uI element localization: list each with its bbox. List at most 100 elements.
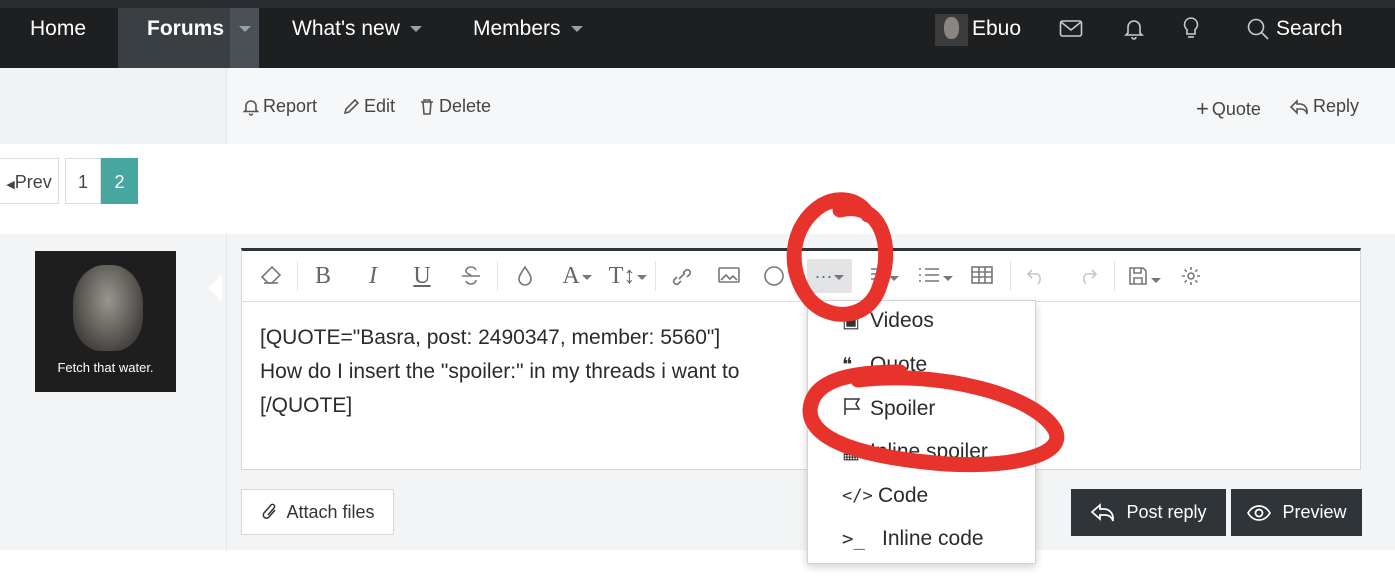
nav-home-label: Home [30,17,87,40]
pagination-page-1[interactable]: 1 [65,158,101,204]
list-button[interactable] [913,259,957,293]
chevron-down-icon [409,26,422,33]
nav-search[interactable]: Search [1276,8,1343,68]
menu-item-inline-spoiler[interactable]: ▦ Inline spoiler [842,440,988,464]
toolbar-separator [655,261,656,291]
reply-icon [1091,502,1115,521]
edit-label: Edit [364,96,396,116]
editor-toolbar: B I U A T↕ ··· [242,251,1360,302]
edit-link[interactable]: Edit [342,96,395,117]
drafts-button[interactable] [1122,259,1166,293]
clear-format-button[interactable] [254,259,288,293]
menu-item-label: Inline code [882,527,984,550]
bold-icon: B [314,263,331,289]
toolbar-separator [297,261,298,291]
undo-button[interactable] [1022,259,1052,293]
reply-link[interactable]: Reply [1289,96,1359,117]
image-icon [718,267,740,283]
report-link[interactable]: Report [243,96,317,117]
preview-label: Preview [1282,502,1347,522]
delete-label: Delete [439,96,492,116]
bold-button[interactable]: B [308,259,338,293]
mail-icon[interactable] [1059,19,1083,44]
nav-members[interactable]: Members [473,8,583,68]
terminal-icon: >_ [842,528,865,550]
nav-forums[interactable]: Forums [118,8,230,68]
table-button[interactable] [967,259,997,293]
page-number: 2 [114,172,125,192]
gear-icon [1182,267,1200,285]
italic-icon: I [369,263,377,289]
insert-more-button[interactable]: ··· [807,259,852,293]
avatar-caption: Fetch that water. [57,360,154,375]
page-number: 1 [77,172,88,192]
strikethrough-button[interactable] [456,259,486,293]
video-icon: ▣ [842,310,860,332]
chevron-down-icon [570,26,583,33]
reply-editor[interactable]: B I U A T↕ ··· [QUOTE="Basra, post: 2490… [241,248,1361,470]
report-label: Report [263,96,318,116]
nav-members-label: Members [473,17,561,40]
eraser-icon [260,265,282,284]
username-label: Ebuo [972,17,1022,40]
menu-item-label: Quote [870,353,928,376]
attach-files-button[interactable]: Attach files [241,489,394,535]
chevron-down-icon [238,26,251,33]
table-icon [971,266,993,284]
nav-whats-new-label: What's new [292,17,400,40]
eye-icon [1247,504,1272,521]
menu-item-spoiler[interactable]: Spoiler [842,396,935,422]
undo-icon [1026,269,1041,285]
underline-button[interactable]: U [407,259,437,293]
lightbulb-icon[interactable] [1182,16,1200,47]
bell-icon [243,99,259,116]
quote-label: Quote [1211,98,1261,119]
post-reply-button[interactable]: Post reply [1071,489,1226,536]
pagination-prev[interactable]: ◀Prev [0,158,59,204]
nav-forums-dropdown[interactable] [230,8,259,68]
align-button[interactable] [862,259,906,293]
menu-item-quote[interactable]: ❝ Quote [842,353,927,377]
nav-top-strip [0,0,1395,8]
search-icon[interactable] [1246,17,1270,46]
editor-line: [/QUOTE] [260,394,353,417]
nav-whats-new[interactable]: What's new [292,8,422,68]
top-navigation: Home Forums What's new Members Ebuo Sear… [0,0,1395,68]
menu-item-videos[interactable]: ▣ Videos [842,309,934,333]
nav-username[interactable]: Ebuo [972,8,1021,68]
quote-link[interactable]: + Quote [1196,96,1261,122]
italic-button[interactable]: I [358,259,388,293]
chevron-down-icon [581,274,592,280]
font-family-button[interactable]: A [557,259,597,293]
redo-button[interactable] [1072,259,1102,293]
ellipsis-icon: ··· [814,266,833,286]
prev-label: Prev [14,172,52,192]
align-icon [871,268,885,280]
image-button[interactable] [714,259,744,293]
quote-icon: ❝ [842,354,853,376]
menu-item-code[interactable]: </> Code [842,484,928,508]
preview-button[interactable]: Preview [1231,489,1362,536]
editor-content[interactable]: [QUOTE="Basra, post: 2490347, member: 55… [260,321,1340,423]
chevron-down-icon [834,274,845,280]
flag-icon [842,396,870,422]
bell-icon[interactable] [1124,17,1144,46]
smiley-icon [764,266,784,286]
link-button[interactable] [666,259,696,293]
redo-icon [1083,269,1098,285]
emoji-button[interactable] [762,259,786,293]
pagination-page-2-current[interactable]: 2 [101,158,138,204]
text-color-button[interactable] [510,259,540,293]
droplet-icon [518,265,532,286]
settings-button[interactable] [1176,259,1206,293]
message-arrow [208,275,222,301]
inline-spoiler-icon: ▦ [842,441,860,463]
user-avatar-large[interactable]: Fetch that water. [35,251,176,392]
toolbar-separator [1010,261,1011,291]
nav-home[interactable]: Home [30,8,86,68]
delete-link[interactable]: Delete [419,96,491,117]
user-avatar[interactable] [935,14,968,46]
font-size-button[interactable]: T↕ [606,259,650,293]
underline-icon: U [413,263,431,289]
menu-item-inline-code[interactable]: >_ Inline code [842,527,984,551]
